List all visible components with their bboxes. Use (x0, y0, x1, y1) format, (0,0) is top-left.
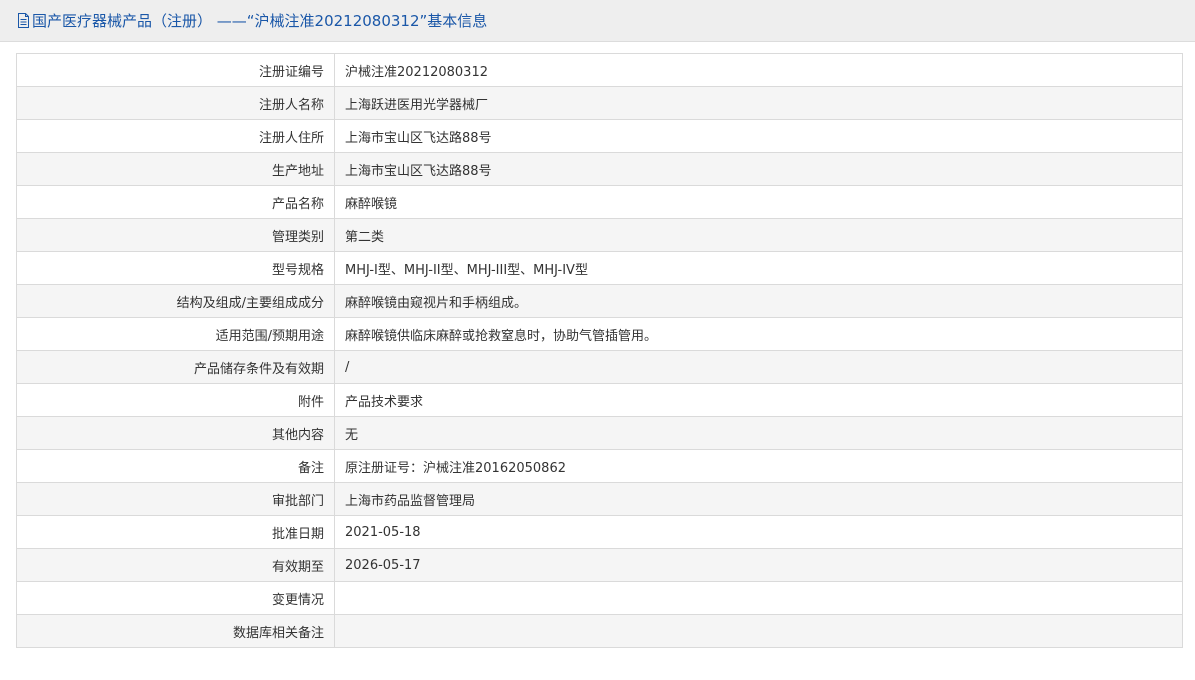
table-row: 结构及组成/主要组成成分 麻醉喉镜由窥视片和手柄组成。 (16, 284, 1183, 318)
table-row: 适用范围/预期用途 麻醉喉镜供临床麻醉或抢救窒息时，协助气管插管用。 (16, 317, 1183, 351)
row-value: 原注册证号：沪械注准20162050862 (334, 449, 1183, 483)
row-label: 审批部门 (16, 482, 335, 516)
row-label: 变更情况 (16, 581, 335, 615)
table-row: 型号规格 MHJ-I型、MHJ-II型、MHJ-III型、MHJ-IV型 (16, 251, 1183, 285)
row-label: 备注 (16, 449, 335, 483)
row-label: 注册证编号 (16, 53, 335, 87)
table-row: 数据库相关备注 (16, 614, 1183, 648)
row-value: 上海市药品监督管理局 (334, 482, 1183, 516)
row-label: 结构及组成/主要组成成分 (16, 284, 335, 318)
row-label: 生产地址 (16, 152, 335, 186)
row-label: 批准日期 (16, 515, 335, 549)
row-value: 产品技术要求 (334, 383, 1183, 417)
row-label: 型号规格 (16, 251, 335, 285)
info-table: 注册证编号 沪械注准20212080312 注册人名称 上海跃进医用光学器械厂 … (16, 53, 1183, 648)
table-row: 有效期至 2026-05-17 (16, 548, 1183, 582)
row-label: 有效期至 (16, 548, 335, 582)
table-row: 注册人名称 上海跃进医用光学器械厂 (16, 86, 1183, 120)
row-value: 上海市宝山区飞达路88号 (334, 119, 1183, 153)
table-row: 批准日期 2021-05-18 (16, 515, 1183, 549)
document-icon (17, 13, 30, 28)
table-row: 生产地址 上海市宝山区飞达路88号 (16, 152, 1183, 186)
row-value: 麻醉喉镜由窥视片和手柄组成。 (334, 284, 1183, 318)
row-value: / (334, 350, 1183, 384)
table-row: 其他内容 无 (16, 416, 1183, 450)
row-value: 上海跃进医用光学器械厂 (334, 86, 1183, 120)
row-value: 2021-05-18 (334, 515, 1183, 549)
row-label: 注册人名称 (16, 86, 335, 120)
row-label: 产品名称 (16, 185, 335, 219)
row-label: 注册人住所 (16, 119, 335, 153)
row-label: 数据库相关备注 (16, 614, 335, 648)
row-value: 无 (334, 416, 1183, 450)
row-value: MHJ-I型、MHJ-II型、MHJ-III型、MHJ-IV型 (334, 251, 1183, 285)
table-row: 管理类别 第二类 (16, 218, 1183, 252)
table-row: 备注 原注册证号：沪械注准20162050862 (16, 449, 1183, 483)
table-row: 附件 产品技术要求 (16, 383, 1183, 417)
row-value: 麻醉喉镜 (334, 185, 1183, 219)
table-row: 产品储存条件及有效期 / (16, 350, 1183, 384)
table-row: 产品名称 麻醉喉镜 (16, 185, 1183, 219)
row-value: 沪械注准20212080312 (334, 53, 1183, 87)
row-label: 其他内容 (16, 416, 335, 450)
table-row: 变更情况 (16, 581, 1183, 615)
row-label: 管理类别 (16, 218, 335, 252)
row-value: 上海市宝山区飞达路88号 (334, 152, 1183, 186)
row-value: 第二类 (334, 218, 1183, 252)
row-value: 2026-05-17 (334, 548, 1183, 582)
row-value (334, 614, 1183, 648)
table-row: 注册证编号 沪械注准20212080312 (16, 53, 1183, 87)
page: 国产医疗器械产品（注册） ——“沪械注准20212080312”基本信息 注册证… (0, 0, 1195, 680)
row-label: 产品储存条件及有效期 (16, 350, 335, 384)
page-header: 国产医疗器械产品（注册） ——“沪械注准20212080312”基本信息 (0, 0, 1195, 42)
row-label: 附件 (16, 383, 335, 417)
table-row: 注册人住所 上海市宝山区飞达路88号 (16, 119, 1183, 153)
row-value: 麻醉喉镜供临床麻醉或抢救窒息时，协助气管插管用。 (334, 317, 1183, 351)
row-label: 适用范围/预期用途 (16, 317, 335, 351)
table-row: 审批部门 上海市药品监督管理局 (16, 482, 1183, 516)
page-title: 国产医疗器械产品（注册） ——“沪械注准20212080312”基本信息 (32, 12, 488, 30)
row-value (334, 581, 1183, 615)
